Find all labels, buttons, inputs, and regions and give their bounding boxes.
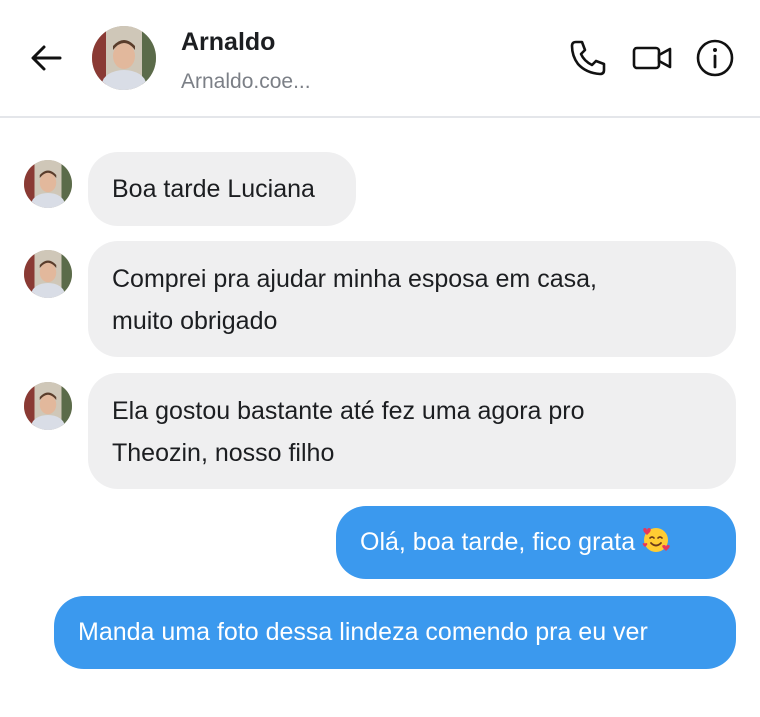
message-text-line: Ela gostou bastante até fez uma agora pr… xyxy=(112,397,585,425)
message-text: Manda uma foto dessa lindeza comendo pra… xyxy=(78,618,648,646)
chat-header: Arnaldo Arnaldo.coe... xyxy=(0,0,760,118)
message-text: Olá, boa tarde, fico grata xyxy=(360,528,636,556)
contact-avatar[interactable] xyxy=(92,26,156,90)
message-bubble-outgoing[interactable]: Manda uma foto dessa lindeza comendo pra… xyxy=(54,596,736,669)
message-text: Boa tarde Luciana xyxy=(112,175,315,203)
message-bubble-incoming[interactable]: Comprei pra ajudar minha esposa em casa,… xyxy=(88,241,736,357)
video-call-button[interactable] xyxy=(630,36,674,80)
message-bubble-outgoing[interactable]: Olá, boa tarde, fico grata xyxy=(336,506,736,579)
message-text-line: muito obrigado xyxy=(112,307,278,335)
message-text-line: Theozin, nosso filho xyxy=(112,439,335,467)
info-icon xyxy=(696,39,734,77)
smiling-face-with-hearts-icon xyxy=(641,525,671,555)
message-bubble-incoming[interactable]: Ela gostou bastante até fez uma agora pr… xyxy=(88,373,736,489)
contact-name[interactable]: Arnaldo xyxy=(181,28,275,57)
message-text-line: Comprei pra ajudar minha esposa em casa, xyxy=(112,265,597,293)
phone-icon xyxy=(570,40,606,76)
sender-avatar[interactable] xyxy=(24,250,72,298)
message-bubble-incoming[interactable]: Boa tarde Luciana xyxy=(88,152,356,226)
video-camera-icon xyxy=(632,46,672,70)
contact-handle: Arnaldo.coe... xyxy=(181,70,311,93)
back-arrow-icon xyxy=(31,45,62,71)
sender-avatar[interactable] xyxy=(24,382,72,430)
sender-avatar[interactable] xyxy=(24,160,72,208)
back-button[interactable] xyxy=(26,38,66,78)
conversation-info-button[interactable] xyxy=(693,36,737,80)
voice-call-button[interactable] xyxy=(566,36,610,80)
